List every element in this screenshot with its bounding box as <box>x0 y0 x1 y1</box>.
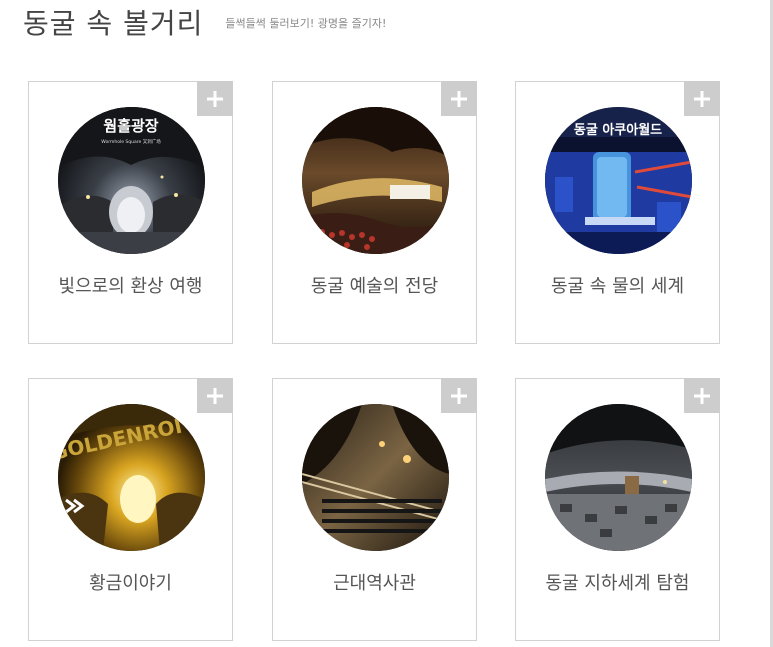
card-image-aqua-world: 동굴 아쿠아월드 <box>545 107 692 254</box>
card-title: 동굴 지하세계 탐험 <box>545 573 690 594</box>
card-modern-history-hall[interactable]: 근대역사관 <box>272 378 477 641</box>
card-image-modern-history-hall <box>302 404 449 551</box>
card-image-wormhole-square: 웜홀광장 Wormhole Square 又洞广场 <box>58 107 205 254</box>
plus-icon <box>207 387 223 404</box>
card-title: 근대역사관 <box>333 573 416 594</box>
plus-button[interactable] <box>441 81 477 116</box>
card-underground-exploration[interactable]: 동굴 지하세계 탐험 <box>515 378 720 641</box>
card-title: 동굴 예술의 전당 <box>310 276 439 297</box>
plus-button[interactable] <box>441 378 477 413</box>
section-header: 동굴 속 볼거리 들썩들썩 둘러보기! 광명을 즐기자! <box>23 2 386 42</box>
card-image-golden-road: GOLDENROI <box>58 404 205 551</box>
page: 동굴 속 볼거리 들썩들썩 둘러보기! 광명을 즐기자! 웜홀광장 Wormho… <box>0 0 773 647</box>
page-subtitle: 들썩들썩 둘러보기! 광명을 즐기자! <box>225 17 387 30</box>
plus-icon <box>451 387 467 404</box>
card-title: 빛으로의 환상 여행 <box>58 276 203 297</box>
card-image-cave-art-hall <box>302 107 449 254</box>
card-cave-art-hall[interactable]: 동굴 예술의 전당 <box>272 81 477 344</box>
card-underwater-world[interactable]: 동굴 아쿠아월드 동굴 속 물의 세계 <box>515 81 720 344</box>
plus-button[interactable] <box>684 378 720 413</box>
card-title: 황금이야기 <box>89 573 172 594</box>
plus-icon <box>207 90 223 107</box>
svg-text:웜홀광장: 웜홀광장 <box>103 117 158 135</box>
card-title: 동굴 속 물의 세계 <box>550 276 685 297</box>
card-image-underground-world <box>545 404 692 551</box>
svg-text:동굴 아쿠아월드: 동굴 아쿠아월드 <box>574 122 662 138</box>
plus-button[interactable] <box>197 81 233 116</box>
plus-icon <box>451 90 467 107</box>
plus-button[interactable] <box>684 81 720 116</box>
card-light-fantasy-trip[interactable]: 웜홀광장 Wormhole Square 又洞广场 빛으로의 환상 여행 <box>28 81 233 344</box>
svg-text:Wormhole Square 又洞广场: Wormhole Square 又洞广场 <box>101 138 161 145</box>
page-title: 동굴 속 볼거리 <box>23 7 204 40</box>
card-golden-story[interactable]: GOLDENROI 황금이야기 <box>28 378 233 641</box>
plus-icon <box>694 90 710 107</box>
plus-icon <box>694 387 710 404</box>
plus-button[interactable] <box>197 378 233 413</box>
